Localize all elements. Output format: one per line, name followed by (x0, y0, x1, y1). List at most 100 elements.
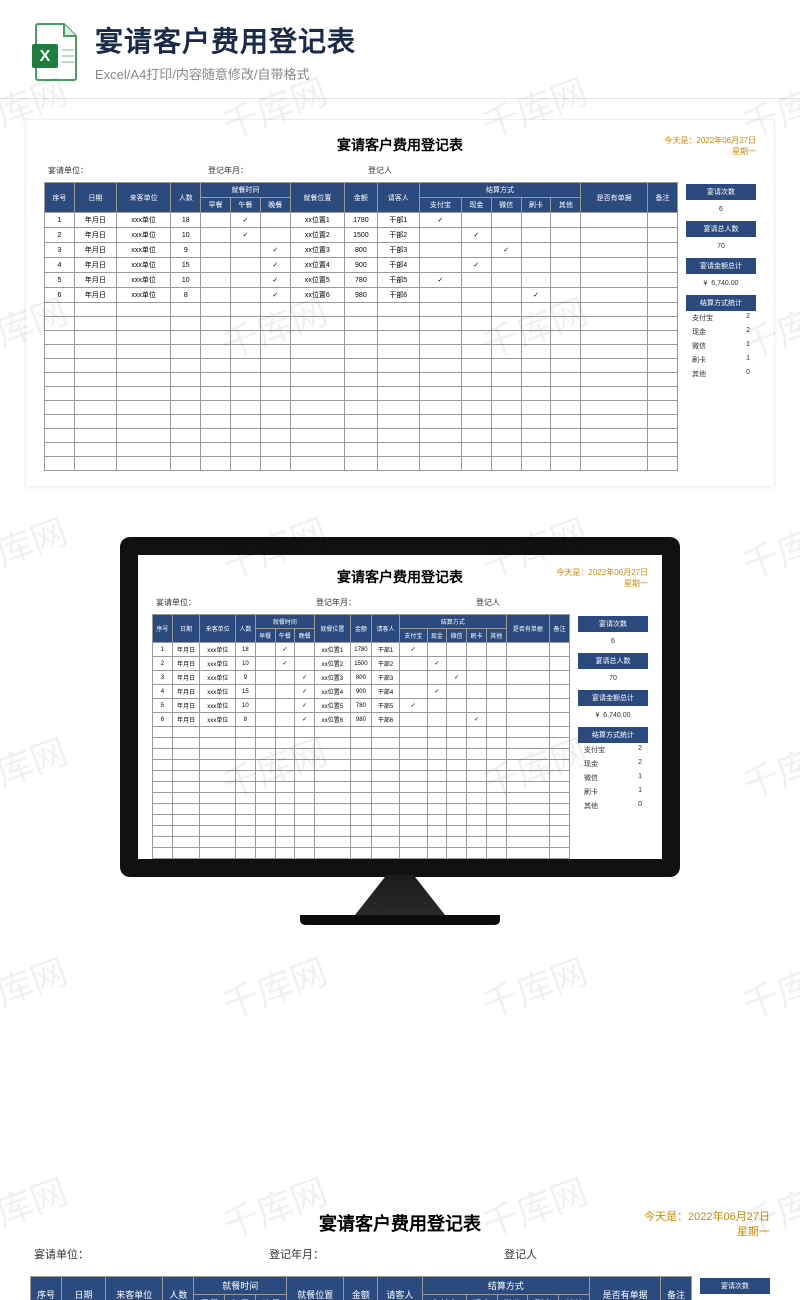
th-host: 请客人 (372, 615, 400, 643)
th-meal-time: 就餐时间 (255, 615, 314, 629)
th-other: 其他 (486, 629, 506, 643)
meta-recorder: 登记人 (504, 1246, 537, 1262)
th-card: 刷卡 (467, 629, 487, 643)
table-row-empty (45, 387, 678, 401)
table-row-empty (45, 359, 678, 373)
meta-period: 登记年月： (269, 1246, 324, 1262)
th-lunch: 午餐 (275, 629, 295, 643)
side-stat-row: 微信1 (578, 771, 648, 785)
th-location: 就餐位置 (290, 183, 344, 213)
th-date: 日期 (61, 1277, 105, 1300)
page-title: 宴请客户费用登记表 (95, 20, 356, 60)
side-stat-row: 支付宝2 (578, 743, 648, 757)
meta-unit: 宴请单位： (156, 597, 196, 608)
summary-sidebar: 宴请次数 6 宴请总人数 70 宴请金额总计 ¥ 6,740.00 结算方式统计… (686, 182, 756, 471)
table-row-empty (153, 815, 570, 826)
table-row-empty (153, 804, 570, 815)
th-has-bill: 是否有单据 (506, 615, 549, 643)
th-seq: 序号 (31, 1277, 62, 1300)
table-row: 2年月日xxx单位10✓xx位置21500干部2✓ (45, 228, 678, 243)
table-row: 3年月日xxx单位9✓xx位置3800干部3✓ (153, 671, 570, 685)
th-date: 日期 (172, 615, 200, 643)
header-divider (0, 98, 800, 99)
th-wechat: 微信 (491, 198, 521, 213)
data-grid: 序号 日期 来客单位 人数 就餐时间 就餐位置 金额 请客人 结算方式 是否有单… (152, 614, 570, 859)
today-info: 今天是：2022年06月27日 星期一 (556, 567, 648, 589)
table-row-empty (153, 826, 570, 837)
th-breakfast: 早餐 (201, 198, 231, 213)
side-amount-value: ¥ 6,740.00 (686, 274, 756, 293)
th-cash: 现金 (461, 198, 491, 213)
th-pay-method: 结算方式 (422, 1277, 590, 1295)
side-stats-label: 结算方式统计 (578, 727, 648, 743)
table-row: 5年月日xxx单位10✓xx位置5780干部5✓ (45, 273, 678, 288)
th-other: 其他 (551, 198, 581, 213)
today-info: 今天是：2022年06月27日 星期一 (664, 135, 756, 157)
th-pay-method: 结算方式 (399, 615, 506, 629)
table-row-empty (153, 727, 570, 738)
meta-unit: 宴请单位： (48, 165, 88, 176)
table-row-empty (153, 793, 570, 804)
meta-recorder: 登记人 (368, 165, 392, 176)
meta-row: 宴请单位： 登记年月： 登记人 (44, 163, 756, 182)
table-row-empty (153, 760, 570, 771)
th-location: 就餐位置 (315, 615, 351, 643)
th-lunch: 午餐 (231, 198, 261, 213)
side-count-value: 6 (700, 1294, 770, 1300)
th-wechat: 微信 (447, 629, 467, 643)
table-row-empty (45, 415, 678, 429)
side-stat-row: 微信1 (686, 339, 756, 353)
table-row-empty (153, 749, 570, 760)
th-amount: 金额 (350, 615, 372, 643)
table-row-empty (45, 345, 678, 359)
th-guest-unit: 来客单位 (116, 183, 170, 213)
side-people-value: 70 (686, 237, 756, 256)
th-meal-time: 就餐时间 (201, 183, 290, 198)
th-people: 人数 (163, 1277, 194, 1300)
table-row: 1年月日xxx单位18✓xx位置11780干部1✓ (45, 213, 678, 228)
th-dinner: 晚餐 (260, 198, 290, 213)
th-amount: 金额 (344, 1277, 378, 1300)
sheet-title: 宴请客户费用登记表 (44, 135, 756, 155)
side-count-label: 宴请次数 (700, 1278, 770, 1294)
table-row-empty (45, 331, 678, 345)
side-stats-label: 结算方式统计 (686, 295, 756, 311)
meta-row: 宴请单位： 登记年月： 登记人 (152, 595, 648, 614)
th-alipay: 支付宝 (422, 1295, 466, 1300)
side-amount-value: ¥ 6,740.00 (578, 706, 648, 725)
th-breakfast: 早餐 (194, 1295, 225, 1300)
summary-sidebar: 宴请次数 6 宴请总人数 70 宴请金额总计 ¥ 6,740.00 结算方式统计… (578, 614, 648, 859)
side-count-value: 6 (578, 632, 648, 651)
side-people-value: 70 (578, 669, 648, 688)
th-date: 日期 (74, 183, 116, 213)
th-meal-time: 就餐时间 (194, 1277, 287, 1295)
side-count-label: 宴请次数 (578, 616, 648, 632)
th-host: 请客人 (378, 1277, 422, 1300)
th-remark: 备注 (550, 615, 570, 643)
monitor-screen: 宴请客户费用登记表 今天是：2022年06月27日 星期一 宴请单位： 登记年月… (120, 537, 680, 877)
excel-file-icon: X (30, 22, 80, 82)
page-header: X 宴请客户费用登记表 Excel/A4打印/内容随意修改/自带格式 (0, 0, 800, 93)
table-row-empty (45, 429, 678, 443)
side-count-label: 宴请次数 (686, 184, 756, 200)
side-people-label: 宴请总人数 (578, 653, 648, 669)
th-amount: 金额 (345, 183, 378, 213)
table-row-empty (153, 837, 570, 848)
side-amount-label: 宴请金额总计 (686, 258, 756, 274)
spreadsheet-preview-bottom-crop: 宴请客户费用登记表 今天是：2022年06月27日 星期一 宴请单位： 登记年月… (0, 1210, 800, 1300)
data-grid: 序号 日期 来客单位 人数 就餐时间 就餐位置 金额 请客人 结算方式 是否有单… (30, 1276, 692, 1300)
table-row: 6年月日xxx单位8✓xx位置6980干部6✓ (45, 288, 678, 303)
th-guest-unit: 来客单位 (200, 615, 236, 643)
today-info: 今天是：2022年06月27日 星期一 (644, 1210, 770, 1241)
table-row: 5年月日xxx单位10✓xx位置5780干部5✓ (153, 699, 570, 713)
th-has-bill: 是否有单据 (581, 183, 648, 213)
meta-row: 宴请单位： 登记年月： 登记人 (30, 1244, 770, 1268)
side-count-value: 6 (686, 200, 756, 219)
th-people: 人数 (171, 183, 201, 213)
table-row-empty (45, 457, 678, 471)
th-host: 请客人 (377, 183, 419, 213)
monitor-mockup: 宴请客户费用登记表 今天是：2022年06月27日 星期一 宴请单位： 登记年月… (0, 537, 800, 925)
th-wechat: 微信 (497, 1295, 528, 1300)
meta-period: 登记年月： (316, 597, 356, 608)
side-stat-row: 其他0 (686, 367, 756, 381)
